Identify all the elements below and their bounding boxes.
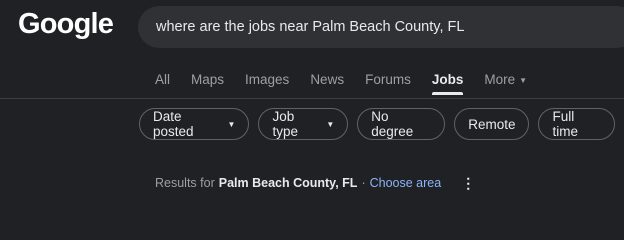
results-location: Palm Beach County, FL	[218, 176, 358, 190]
tab-jobs[interactable]: Jobs	[431, 72, 463, 95]
chip-label: Full time	[552, 109, 578, 139]
tab-images[interactable]: Images	[245, 72, 289, 87]
results-location-bar: Results for Palm Beach County, FL · Choo…	[155, 176, 475, 190]
tab-more[interactable]: More ▼	[484, 72, 527, 87]
search-input[interactable]	[156, 19, 596, 35]
chip-label: Remote	[468, 116, 516, 132]
more-vert-icon[interactable]: ⋮	[461, 176, 475, 190]
caret-down-icon: ▼	[519, 76, 528, 85]
chip-label: No degree	[371, 109, 414, 139]
chip-label: Job type	[272, 109, 298, 139]
caret-down-icon: ▼	[326, 119, 335, 129]
tab-more-label: More	[484, 72, 516, 87]
chip-no-degree[interactable]: No degree	[357, 108, 446, 140]
search-tabs: All Maps Images News Forums Jobs More ▼	[155, 72, 548, 95]
tab-news[interactable]: News	[310, 72, 344, 87]
caret-down-icon: ▼	[227, 119, 236, 129]
chip-job-type[interactable]: Job type ▼	[258, 108, 349, 140]
search-results-page: Google All Maps Images News Forums Jobs …	[0, 0, 624, 223]
chip-remote[interactable]: Remote	[454, 108, 530, 140]
chip-date-posted[interactable]: Date posted ▼	[139, 108, 250, 140]
results-separator: ·	[361, 176, 366, 190]
results-prefix: Results for	[155, 176, 215, 190]
google-logo[interactable]: Google	[18, 8, 114, 41]
chip-label: Date posted	[153, 109, 194, 139]
search-box[interactable]	[138, 6, 624, 48]
tab-forums[interactable]: Forums	[365, 72, 411, 87]
filter-chips: Date posted ▼ Job type ▼ No degree Remot…	[139, 108, 624, 140]
chip-full-time[interactable]: Full time	[538, 108, 615, 140]
tab-maps[interactable]: Maps	[191, 72, 224, 87]
choose-area-link[interactable]: Choose area	[370, 176, 442, 190]
tab-all[interactable]: All	[155, 72, 170, 87]
tabs-divider	[0, 98, 624, 99]
